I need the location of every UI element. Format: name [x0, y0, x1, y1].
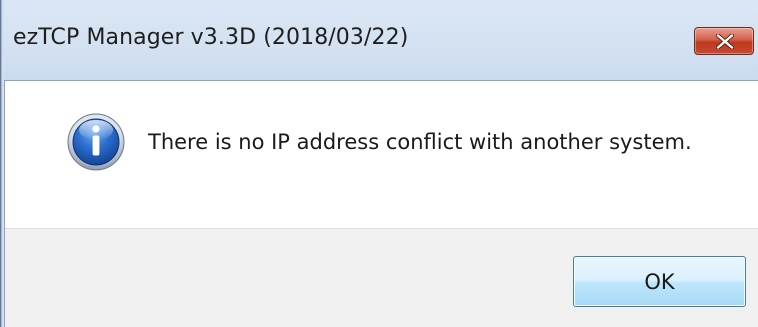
button-bar: OK: [5, 228, 758, 327]
ok-button[interactable]: OK: [573, 256, 746, 307]
dialog-content: There is no IP address conflict with ano…: [5, 81, 758, 228]
close-button[interactable]: [694, 27, 754, 55]
window-title: ezTCP Manager v3.3D (2018/03/22): [13, 25, 409, 50]
title-bar[interactable]: ezTCP Manager v3.3D (2018/03/22): [4, 0, 758, 80]
close-icon: [716, 34, 734, 49]
message-dialog: ezTCP Manager v3.3D (2018/03/22) There i…: [0, 0, 758, 327]
info-icon: [67, 113, 125, 171]
dialog-message: There is no IP address conflict with ano…: [148, 130, 692, 154]
